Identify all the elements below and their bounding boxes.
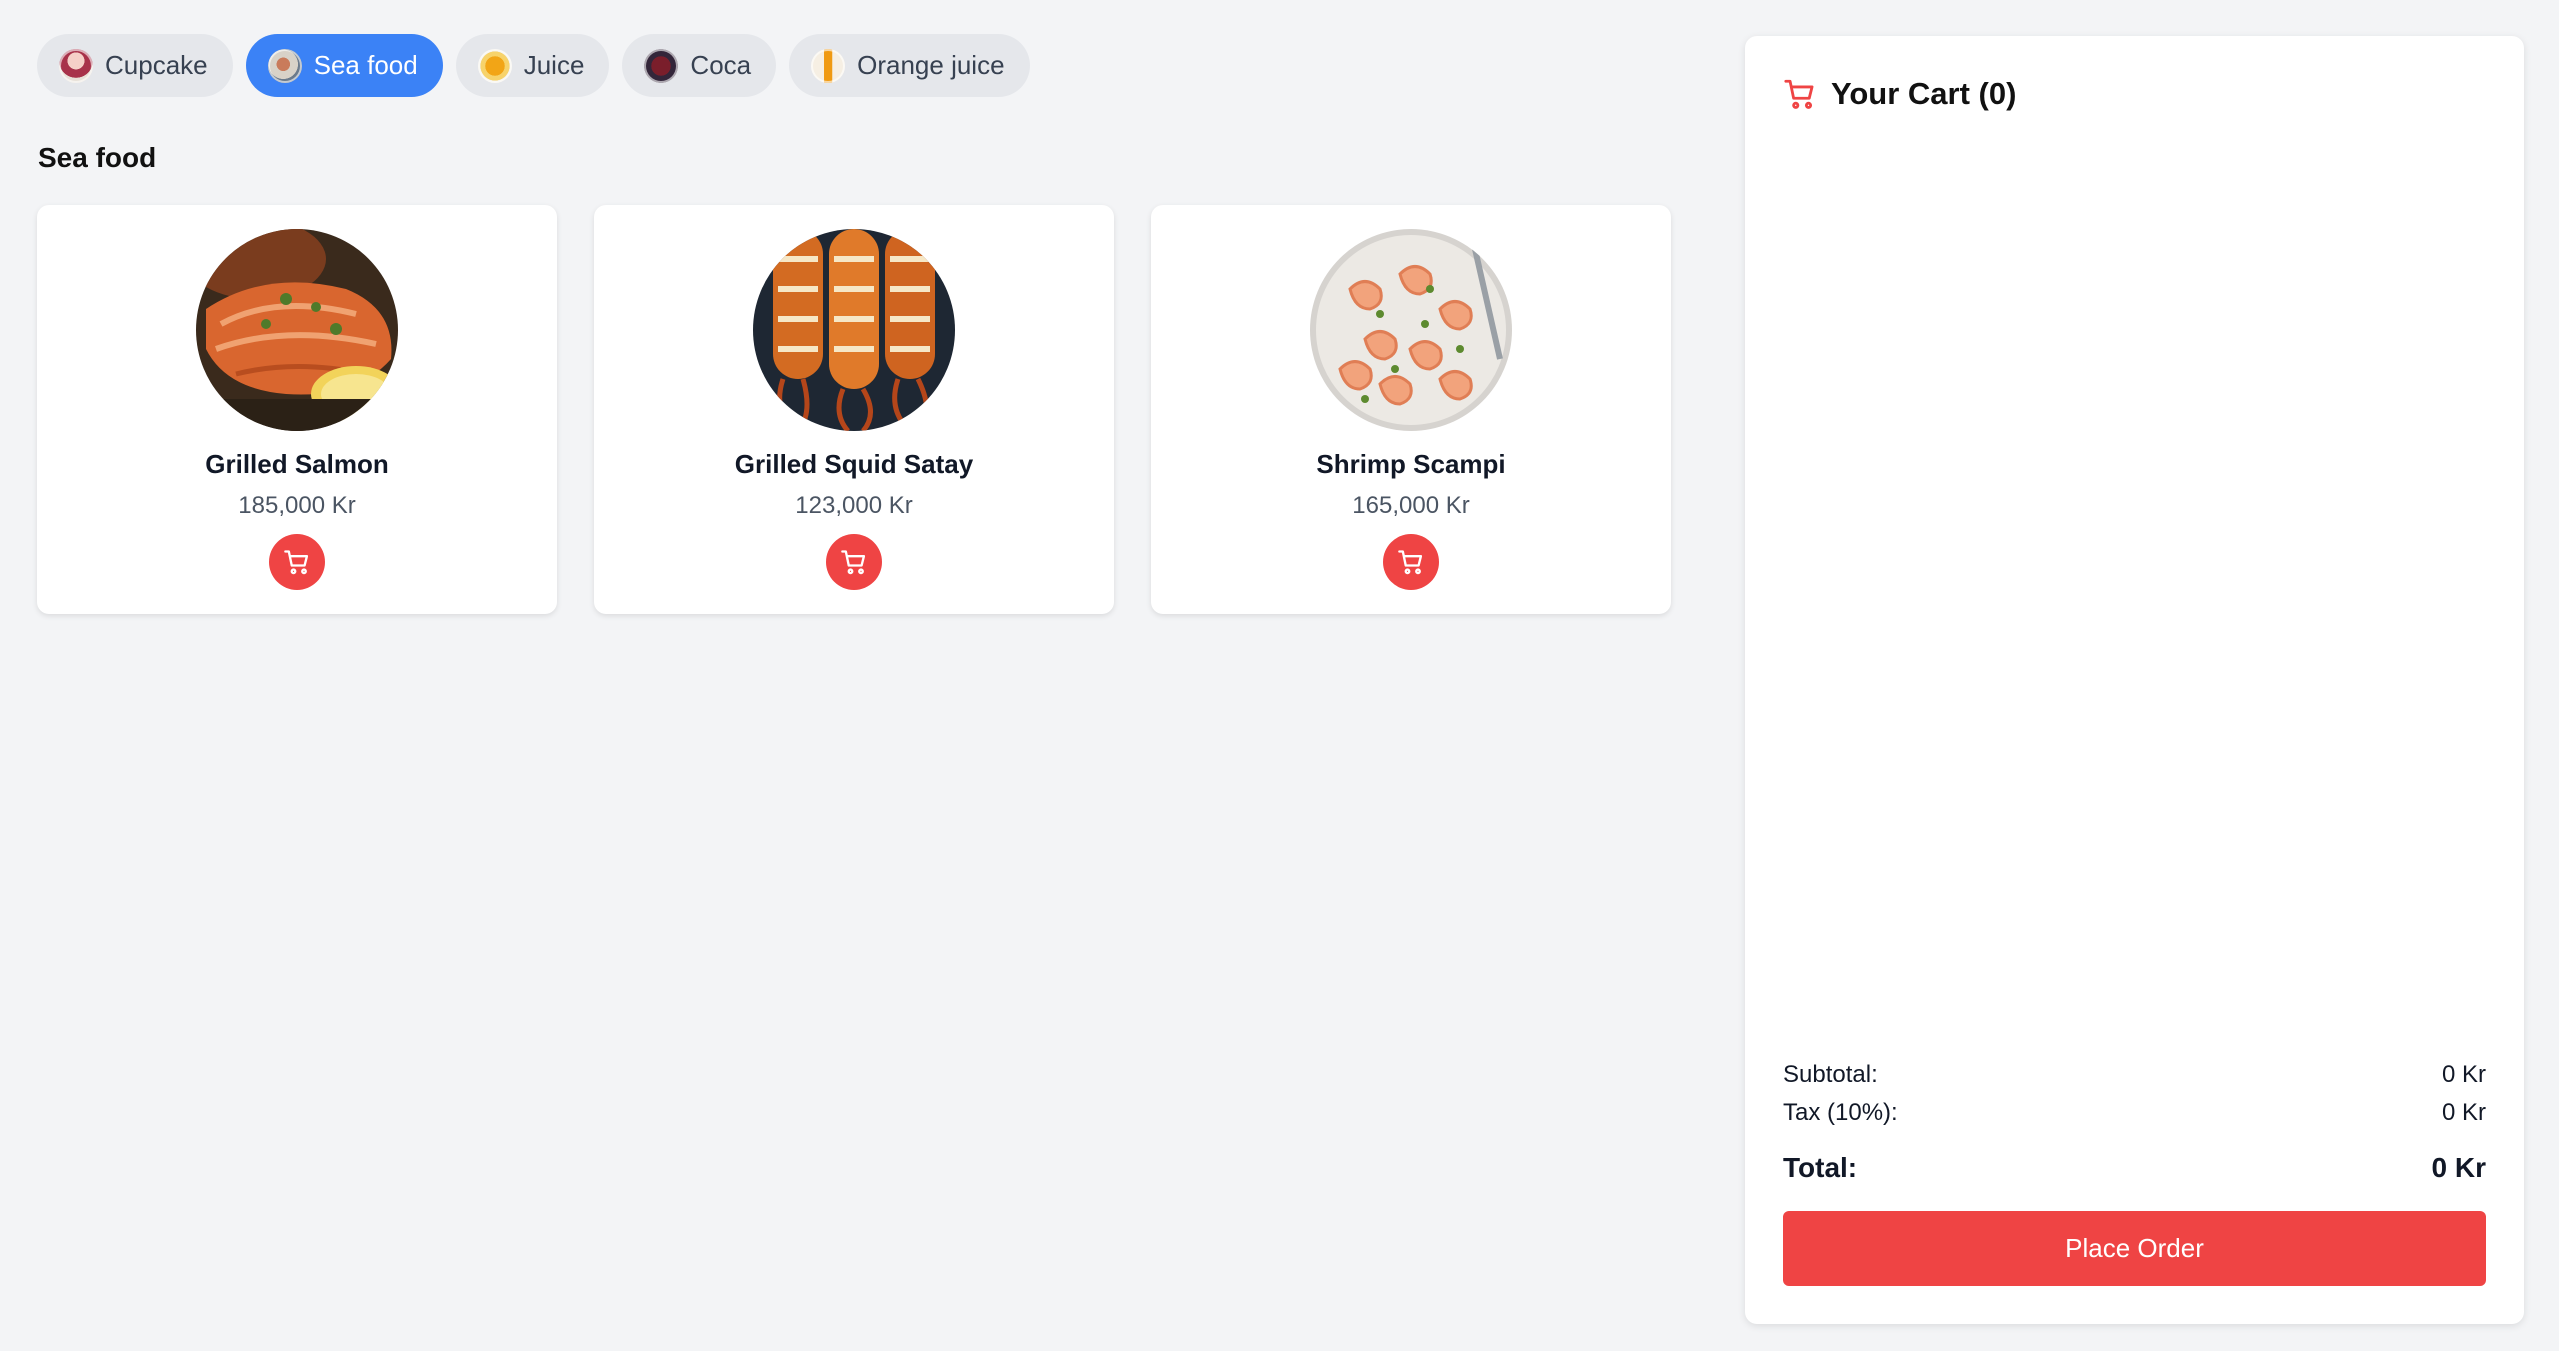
category-chip-cupcake[interactable]: Cupcake bbox=[37, 34, 233, 97]
cart-header: Your Cart (0) bbox=[1783, 76, 2016, 112]
section-title: Sea food bbox=[38, 142, 157, 173]
category-bar: Cupcake Sea food Juice Coca Orange juice bbox=[37, 34, 1030, 97]
place-order-button[interactable]: Place Order bbox=[1783, 1211, 2486, 1286]
subtotal-row: Subtotal: 0 Kr bbox=[1783, 1056, 2486, 1094]
grilled-squid-image bbox=[753, 229, 955, 431]
coca-thumbnail-icon bbox=[644, 48, 679, 83]
product-card: Grilled Salmon 185,000 Kr bbox=[37, 205, 557, 614]
category-chip-label: Sea food bbox=[313, 50, 418, 80]
total-value: 0 Kr bbox=[2431, 1152, 2486, 1183]
category-chip-label: Cupcake bbox=[105, 50, 208, 80]
product-price: 165,000 Kr bbox=[1352, 492, 1470, 519]
product-price: 123,000 Kr bbox=[795, 492, 913, 519]
cart-icon bbox=[284, 550, 309, 575]
category-chip-coca[interactable]: Coca bbox=[622, 34, 777, 97]
cart-icon bbox=[1398, 550, 1423, 575]
shrimp-scampi-image bbox=[1310, 229, 1512, 431]
subtotal-value: 0 Kr bbox=[2441, 1061, 2486, 1088]
grilled-salmon-image bbox=[196, 229, 398, 431]
subtotal-label: Subtotal: bbox=[1783, 1061, 1878, 1088]
category-chip-label: Orange juice bbox=[857, 50, 1005, 80]
cupcake-thumbnail-icon bbox=[59, 48, 93, 83]
product-name: Grilled Squid Satay bbox=[734, 449, 974, 479]
tax-row: Tax (10%): 0 Kr bbox=[1783, 1094, 2486, 1132]
product-card: Shrimp Scampi 165,000 Kr bbox=[1151, 205, 1671, 614]
category-chip-juice[interactable]: Juice bbox=[455, 34, 610, 97]
category-chip-label: Juice bbox=[523, 50, 585, 80]
total-label: Total: bbox=[1783, 1152, 1858, 1183]
orange-juice-thumbnail-icon bbox=[811, 48, 846, 83]
add-to-cart-button[interactable] bbox=[826, 534, 882, 590]
category-chip-orange-juice[interactable]: Orange juice bbox=[789, 34, 1030, 97]
product-name: Shrimp Scampi bbox=[1316, 449, 1506, 479]
add-to-cart-button[interactable] bbox=[1383, 534, 1439, 590]
tax-value: 0 Kr bbox=[2441, 1099, 2486, 1126]
product-grid: Grilled Salmon 185,000 Kr Grilled Squid … bbox=[37, 205, 1671, 614]
product-price: 185,000 Kr bbox=[238, 492, 356, 519]
product-name: Grilled Salmon bbox=[205, 449, 389, 479]
cart-icon bbox=[841, 550, 866, 575]
juice-thumbnail-icon bbox=[477, 48, 512, 83]
cart-summary: Subtotal: 0 Kr Tax (10%): 0 Kr Total: 0 … bbox=[1783, 1056, 2486, 1190]
category-chip-label: Coca bbox=[690, 50, 752, 80]
cart-panel: Your Cart (0) Subtotal: 0 Kr Tax (10%): … bbox=[1745, 36, 2524, 1324]
total-row: Total: 0 Kr bbox=[1783, 1146, 2486, 1190]
category-chip-sea-food[interactable]: Sea food bbox=[245, 34, 443, 97]
pos-page: Cupcake Sea food Juice Coca Orange juice… bbox=[0, 0, 2559, 1351]
tax-label: Tax (10%): bbox=[1783, 1099, 1898, 1126]
cart-icon bbox=[1784, 79, 1814, 109]
cart-title: Your Cart (0) bbox=[1831, 76, 2017, 111]
add-to-cart-button[interactable] bbox=[269, 534, 325, 590]
seafood-thumbnail-icon bbox=[267, 48, 302, 83]
product-card: Grilled Squid Satay 123,000 Kr bbox=[594, 205, 1114, 614]
